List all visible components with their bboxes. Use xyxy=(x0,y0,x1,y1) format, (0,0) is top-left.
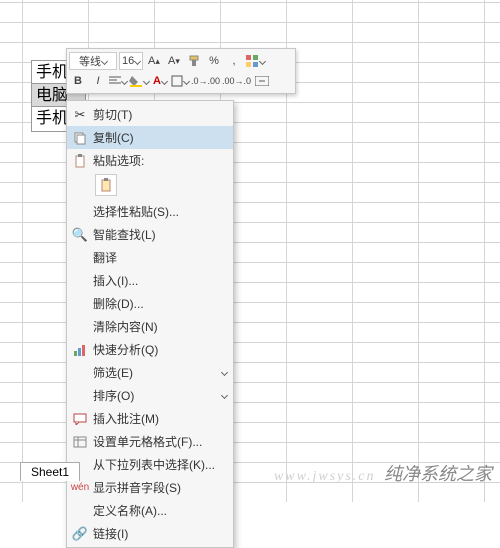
chevron-right-icon xyxy=(221,392,228,399)
merge-icon[interactable] xyxy=(253,72,271,90)
menu-delete[interactable]: 删除(D)... xyxy=(67,292,233,315)
align-icon[interactable] xyxy=(109,72,127,90)
menu-quick-analyze[interactable]: 快速分析(Q) xyxy=(67,338,233,361)
decrease-decimal-icon[interactable]: .00→.0 xyxy=(222,72,251,90)
watermark: www.jwsys.cn 纯净系统之家 xyxy=(274,460,492,486)
increase-decimal-icon[interactable]: .0→.00 xyxy=(191,72,220,90)
menu-clear[interactable]: 清除内容(N) xyxy=(67,315,233,338)
link-icon: 🔗 xyxy=(67,524,93,544)
menu-show-pinyin[interactable]: wén 显示拼音字段(S) xyxy=(67,476,233,499)
conditional-format-icon[interactable] xyxy=(245,52,265,70)
scissors-icon: ✂ xyxy=(67,105,93,125)
menu-paste-options: 粘贴选项: xyxy=(67,149,233,172)
search-icon: 🔍 xyxy=(67,225,93,245)
cell-value: 手机 xyxy=(36,64,68,81)
watermark-url: www.jwsys.cn xyxy=(274,469,376,484)
mini-toolbar: 等线 16 A▴ A▾ % , B I A .0→.00 .00→.0 xyxy=(66,48,296,94)
menu-comment[interactable]: 插入批注(M) xyxy=(67,407,233,430)
menu-filter[interactable]: 筛选(E) xyxy=(67,361,233,384)
menu-define-name[interactable]: 定义名称(A)... xyxy=(67,499,233,522)
increase-font-icon[interactable]: A▴ xyxy=(145,52,163,70)
quick-analyze-icon xyxy=(67,340,93,360)
menu-paste-special[interactable]: 选择性粘贴(S)... xyxy=(67,200,233,223)
menu-insert[interactable]: 插入(I)... xyxy=(67,269,233,292)
menu-format-cells[interactable]: 设置单元格格式(F)... xyxy=(67,430,233,453)
sheet-tabs: Sheet1 xyxy=(20,460,80,482)
cell-value: 电脑 xyxy=(36,87,68,104)
italic-button[interactable]: I xyxy=(89,72,107,90)
cell-value: 手机 xyxy=(36,110,68,127)
comma-style-icon[interactable]: , xyxy=(225,52,243,70)
menu-translate[interactable]: 翻译 xyxy=(67,246,233,269)
font-size-select[interactable]: 16 xyxy=(119,52,143,70)
context-menu: ✂ 剪切(T) 复制(C) 粘贴选项: 选择性粘贴(S)... 🔍 智能查找(L… xyxy=(66,100,234,548)
menu-sort[interactable]: 排序(O) xyxy=(67,384,233,407)
menu-smart-find[interactable]: 🔍 智能查找(L) xyxy=(67,223,233,246)
font-name-select[interactable]: 等线 xyxy=(69,52,117,70)
menu-cut[interactable]: ✂ 剪切(T) xyxy=(67,103,233,126)
sheet-tab-1[interactable]: Sheet1 xyxy=(20,462,80,481)
format-painter-icon[interactable] xyxy=(185,52,203,70)
paste-default-icon[interactable] xyxy=(95,174,117,196)
font-color-icon[interactable]: A xyxy=(151,72,169,90)
comment-icon xyxy=(67,409,93,429)
fill-color-icon[interactable] xyxy=(129,72,149,90)
chevron-right-icon xyxy=(221,369,228,376)
decrease-font-icon[interactable]: A▾ xyxy=(165,52,183,70)
watermark-text: 纯净系统之家 xyxy=(384,464,492,484)
bold-button[interactable]: B xyxy=(69,72,87,90)
menu-hyperlink[interactable]: 🔗 链接(I) xyxy=(67,522,233,545)
border-icon[interactable] xyxy=(171,72,189,90)
menu-copy[interactable]: 复制(C) xyxy=(67,126,233,149)
menu-from-dropdown[interactable]: 从下拉列表中选择(K)... xyxy=(67,453,233,476)
copy-icon xyxy=(67,128,93,148)
format-cells-icon xyxy=(67,432,93,452)
percent-icon[interactable]: % xyxy=(205,52,223,70)
clipboard-icon xyxy=(67,151,93,171)
